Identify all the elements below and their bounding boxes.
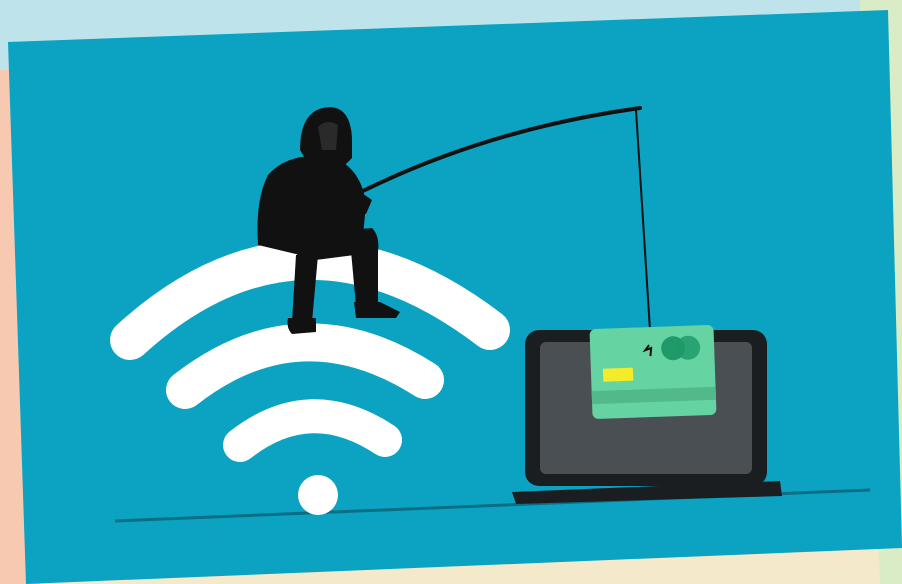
wifi-dot <box>298 475 338 515</box>
card-chip <box>602 367 634 382</box>
illustration-canvas <box>0 0 902 584</box>
phishing-illustration <box>0 0 902 584</box>
credit-card-icon <box>589 325 717 419</box>
hacker-shoe-back <box>287 318 316 334</box>
